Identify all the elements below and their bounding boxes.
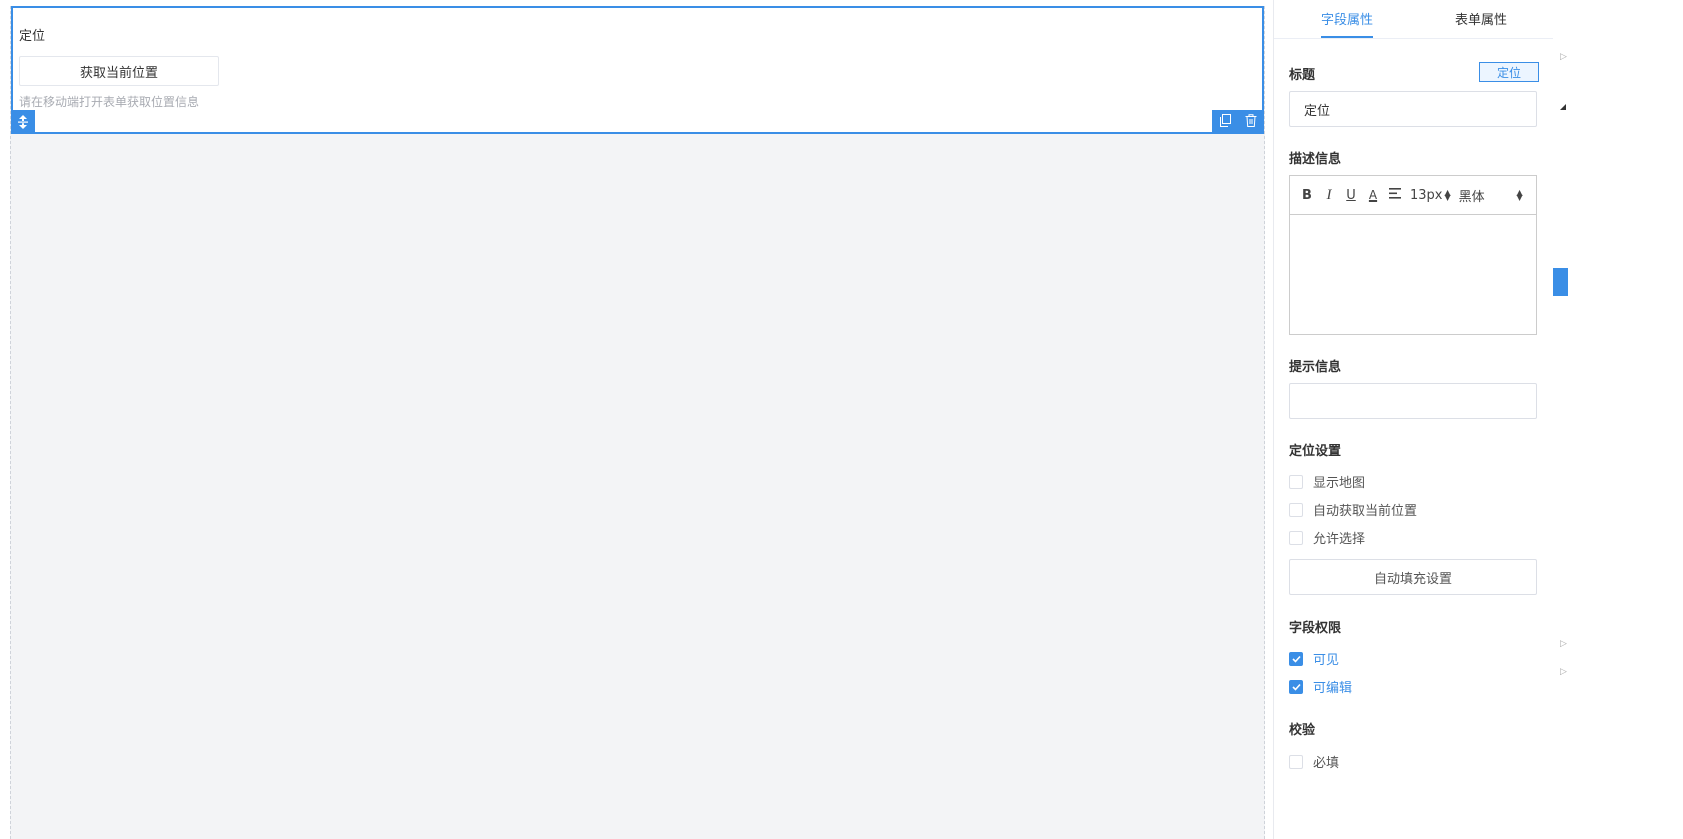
field-actions	[1212, 110, 1264, 134]
autofill-settings-button[interactable]: 自动填充设置	[1289, 559, 1537, 595]
tip-input[interactable]	[1289, 383, 1537, 419]
updown-icon: ▲ ▼	[1444, 188, 1451, 202]
checkbox-box[interactable]	[1289, 679, 1303, 694]
delete-icon[interactable]	[1245, 113, 1257, 131]
checkbox-label: 必填	[1313, 756, 1340, 771]
right-edge-strip	[1553, 0, 1568, 839]
field-hint: 请在移动端打开表单获取位置信息	[19, 95, 200, 109]
font-size-value: 13px	[1410, 187, 1443, 203]
editor-toolbar: B I U A 13px ▲ ▼ 黑体 ▲ ▼	[1290, 176, 1536, 215]
tab-field-properties[interactable]: 字段属性	[1321, 9, 1373, 28]
location-field-card[interactable]: 定位 获取当前位置 请在移动端打开表单获取位置信息	[11, 6, 1264, 134]
edge-handle[interactable]	[1553, 268, 1568, 296]
expand-arrow-icon[interactable]: ▷	[1560, 52, 1567, 62]
title-section-label: 标题	[1289, 68, 1316, 83]
font-color-button[interactable]: A	[1362, 188, 1384, 202]
checkbox-box[interactable]	[1289, 651, 1303, 666]
checkbox-box[interactable]	[1289, 474, 1303, 489]
checkbox-label: 可编辑	[1313, 681, 1353, 696]
allow-select-checkbox[interactable]: 允许选择	[1289, 528, 1365, 547]
expand-arrow-icon[interactable]: ▷	[1560, 667, 1567, 677]
auto-locate-checkbox[interactable]: 自动获取当前位置	[1289, 500, 1417, 519]
tip-section-label: 提示信息	[1289, 360, 1342, 375]
properties-panel: 字段属性 表单属性 标题 定位 定位 描述信息 B I U A 13px ▲▼	[1273, 0, 1554, 839]
permissions-label: 字段权限	[1289, 621, 1342, 636]
bold-button[interactable]: B	[1296, 188, 1318, 203]
checkbox-label: 允许选择	[1313, 532, 1366, 547]
field-title: 定位	[19, 29, 46, 44]
checkbox-box[interactable]	[1289, 754, 1303, 769]
checkbox-box[interactable]	[1289, 530, 1303, 545]
field-type-tag: 定位	[1479, 62, 1539, 82]
checkbox-label: 显示地图	[1313, 476, 1366, 491]
check-icon	[1291, 655, 1301, 663]
get-current-location-button[interactable]: 获取当前位置	[19, 56, 219, 86]
description-section-label: 描述信息	[1289, 152, 1342, 167]
align-icon[interactable]	[1384, 187, 1406, 203]
copy-icon[interactable]	[1219, 113, 1231, 131]
move-vertical-icon	[18, 115, 28, 129]
visible-checkbox[interactable]: 可见	[1289, 649, 1339, 668]
checkbox-box[interactable]	[1289, 502, 1303, 517]
expand-arrow-icon[interactable]: ▷	[1560, 639, 1567, 649]
drag-handle-icon[interactable]	[11, 110, 35, 134]
check-icon	[1291, 683, 1301, 691]
panel-tabs: 字段属性 表单属性	[1274, 0, 1554, 39]
required-checkbox[interactable]: 必填	[1289, 752, 1339, 771]
editable-checkbox[interactable]: 可编辑	[1289, 677, 1352, 696]
active-tab-indicator	[1321, 36, 1373, 38]
italic-button[interactable]: I	[1318, 187, 1340, 204]
tab-form-properties[interactable]: 表单属性	[1455, 9, 1507, 28]
font-size-select[interactable]: 13px ▲ ▼	[1410, 188, 1451, 203]
checkbox-label: 自动获取当前位置	[1313, 504, 1418, 519]
checkbox-label: 可见	[1313, 653, 1340, 668]
underline-button[interactable]: U	[1340, 188, 1362, 203]
form-canvas[interactable]: 定位 获取当前位置 请在移动端打开表单获取位置信息	[10, 6, 1265, 839]
font-family-value: 黑体	[1458, 189, 1485, 205]
description-editor: B I U A 13px ▲ ▼ 黑体 ▲ ▼	[1289, 175, 1537, 335]
updown-icon: ▲ ▼	[1516, 188, 1523, 202]
location-settings-label: 定位设置	[1289, 444, 1342, 459]
validation-label: 校验	[1289, 723, 1316, 738]
font-family-select[interactable]: 黑体 ▲ ▼	[1459, 186, 1523, 205]
corner-resize-icon	[1560, 104, 1566, 110]
show-map-checkbox[interactable]: 显示地图	[1289, 472, 1365, 491]
title-input[interactable]: 定位	[1289, 91, 1537, 127]
editor-content-area[interactable]	[1290, 215, 1536, 335]
